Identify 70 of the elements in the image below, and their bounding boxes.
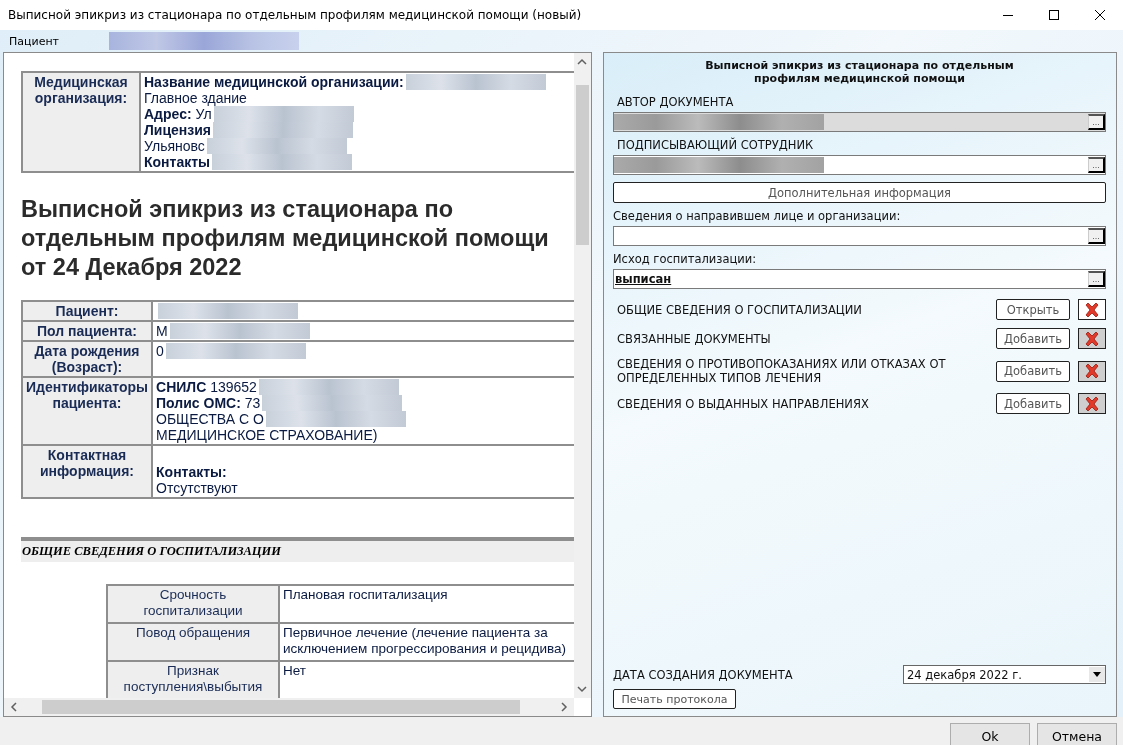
cell-text: МЕДИЦИНСКОЕ СТРАХОВАНИЕ) xyxy=(156,427,378,443)
maximize-icon[interactable] xyxy=(1049,10,1059,20)
info-button[interactable]: Дополнительная информация xyxy=(613,182,1106,203)
patient-label: Пациент xyxy=(9,34,59,48)
cell-text: Ульяновс xyxy=(144,138,205,154)
scroll-thumb[interactable] xyxy=(42,700,520,714)
scroll-left-icon[interactable] xyxy=(8,701,20,713)
section-button[interactable]: Добавить xyxy=(996,360,1070,382)
minimize-icon[interactable] xyxy=(1003,14,1013,16)
table-header-cell: Медицинская организация: xyxy=(22,72,140,172)
section-button[interactable]: Открыть xyxy=(996,299,1070,320)
lookup-field[interactable]: выписан ... xyxy=(613,269,1106,289)
window-title: Выписной эпикриз из стационара по отдельным профилям медицинской помощи (новый) xyxy=(8,8,583,22)
section-button[interactable]: Добавить xyxy=(996,328,1070,349)
table-header-cell: Пациент: xyxy=(22,301,153,321)
browse-button[interactable]: ... xyxy=(1088,271,1105,287)
cell-text: Полис ОМС: 73 xyxy=(156,395,261,411)
date-dropdown[interactable]: 24 декабря 2022 г. xyxy=(903,665,1106,684)
cell-text: Адрес: Ул xyxy=(144,106,212,122)
field-label: Исход госпитализации: xyxy=(613,252,758,266)
scroll-right-icon[interactable] xyxy=(558,701,570,713)
section-heading: ОБЩИЕ СВЕДЕНИЯ О ГОСПИТАЛИЗАЦИИ xyxy=(21,537,574,562)
cell-text: М xyxy=(156,323,168,339)
lookup-field[interactable]: ... xyxy=(613,155,1106,175)
section-button[interactable]: Добавить xyxy=(996,393,1070,414)
dialog-button[interactable]: Ok xyxy=(950,723,1030,745)
close-icon[interactable] xyxy=(1095,10,1105,20)
lookup-field[interactable]: ... xyxy=(613,226,1106,246)
cell-text: ОБЩЕСТВА С О xyxy=(156,411,264,427)
cell-text: Отсутствуют xyxy=(156,480,238,496)
date-label: ДАТА СОЗДАНИЯ ДОКУМЕНТА xyxy=(613,667,793,682)
table-header-cell: Дата рождения (Возраст): xyxy=(22,341,153,377)
scroll-thumb[interactable] xyxy=(576,85,589,245)
close-icon xyxy=(1084,395,1100,412)
cell-text: Контакты: xyxy=(156,464,227,480)
section-label: СВЕДЕНИЯ О ВЫДАННЫХ НАПРАВЛЕНИЯХ xyxy=(616,396,870,411)
section-label: ОБЩИЕ СВЕДЕНИЯ О ГОСПИТАЛИЗАЦИИ xyxy=(616,302,863,317)
close-icon xyxy=(1084,330,1100,347)
print-button[interactable]: Печать протокола xyxy=(613,689,736,709)
field-label: АВТОР ДОКУМЕНТА xyxy=(617,95,735,109)
close-icon xyxy=(1084,363,1100,379)
dialog-button[interactable]: Отмена xyxy=(1037,723,1117,745)
browse-button[interactable]: ... xyxy=(1088,157,1105,173)
field-label: Сведения о направившем лице и организации: xyxy=(613,209,902,223)
table-header-cell: Повод обращения xyxy=(107,623,279,661)
cell-text: 0 xyxy=(156,343,164,359)
horizontal-scrollbar[interactable] xyxy=(4,698,574,716)
scroll-down-icon[interactable] xyxy=(576,683,588,695)
table-header-cell: Идентификаторы пациента: xyxy=(22,377,153,445)
vertical-scrollbar[interactable] xyxy=(574,53,591,698)
section-label: СВЯЗАННЫЕ ДОКУМЕНТЫ xyxy=(616,331,772,346)
cell-text: СНИЛС 139652 xyxy=(156,379,257,395)
cell-text: Главное здание xyxy=(144,90,247,106)
browse-button[interactable]: ... xyxy=(1088,228,1105,244)
form-title: Выписной эпикриз из стационара по отдельным профилям медицинской помощи xyxy=(704,59,1015,85)
document-heading: Выписной эпикриз из стационара по отдельным профилям медицинской помощи от 24 Декабря 2022 xyxy=(21,195,550,282)
delete-button[interactable] xyxy=(1078,299,1106,320)
table-header-cell: Контактная информация: xyxy=(22,445,153,498)
cell-text: Контакты xyxy=(144,154,210,170)
browse-button[interactable]: ... xyxy=(1088,114,1105,130)
close-icon xyxy=(1084,301,1100,318)
field-label: ПОДПИСЫВАЮЩИЙ СОТРУДНИК xyxy=(617,138,815,152)
table-header-cell: Пол пациента: xyxy=(22,321,153,341)
table-header-cell: Срочность госпитализации xyxy=(107,585,279,623)
section-label: СВЕДЕНИЯ О ПРОТИВОПОКАЗАНИЯХ ИЛИ ОТКАЗАХ ОТ ОПРЕДЕЛЕННЫХ ТИПОВ ЛЕЧЕНИЯ xyxy=(616,357,947,385)
lookup-field[interactable]: ... xyxy=(613,112,1106,132)
table-header-cell: Признак поступления\выбытия xyxy=(107,661,279,698)
field-value: выписан xyxy=(614,272,672,286)
cell-text: Лицензия xyxy=(144,122,211,138)
cell-text: Название медицинской организации: xyxy=(144,74,404,90)
